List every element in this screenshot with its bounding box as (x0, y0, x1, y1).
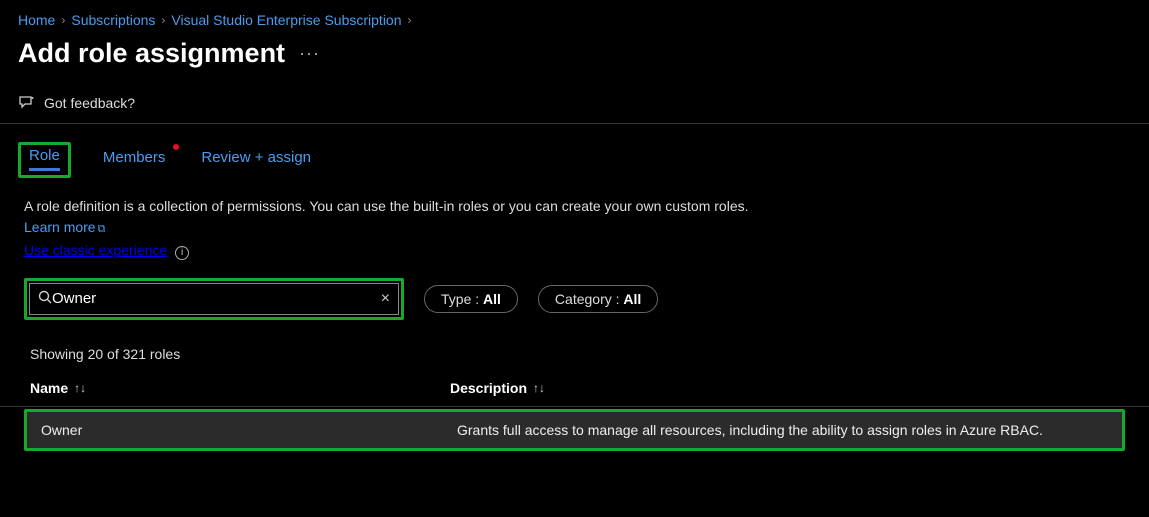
chevron-right-icon: › (161, 13, 165, 27)
type-filter-label: Type : (441, 291, 483, 307)
tab-role[interactable]: Role (18, 142, 71, 178)
sort-icon: ↑↓ (74, 381, 86, 395)
tab-members-label: Members (103, 149, 166, 166)
tab-review-label: Review + assign (201, 149, 311, 166)
category-filter[interactable]: Category : All (538, 285, 658, 313)
chevron-right-icon: › (408, 13, 412, 27)
validation-dot-icon (173, 144, 179, 150)
page-header: Add role assignment ··· (0, 34, 1149, 85)
breadcrumb-subscription-name[interactable]: Visual Studio Enterprise Subscription (171, 12, 401, 28)
page-title: Add role assignment (18, 38, 285, 69)
table-header: Name ↑↓ Description ↑↓ (0, 372, 1149, 407)
breadcrumb: Home › Subscriptions › Visual Studio Ent… (0, 0, 1149, 34)
results-count: Showing 20 of 321 roles (0, 334, 1149, 372)
breadcrumb-subscriptions[interactable]: Subscriptions (71, 12, 155, 28)
column-header-description[interactable]: Description ↑↓ (450, 380, 1119, 396)
feedback-link[interactable]: Got feedback? (0, 85, 1149, 124)
breadcrumb-home[interactable]: Home (18, 12, 55, 28)
tab-members[interactable]: Members (99, 146, 170, 174)
tabs: Role Members Review + assign (0, 124, 1149, 182)
role-name-cell: Owner (37, 422, 457, 438)
tab-role-label: Role (29, 147, 60, 164)
sort-icon: ↑↓ (533, 381, 545, 395)
external-link-icon: ⧉ (98, 223, 106, 235)
feedback-label: Got feedback? (44, 95, 135, 111)
role-description-text: A role definition is a collection of per… (24, 198, 749, 214)
role-description: A role definition is a collection of per… (0, 182, 780, 238)
role-search-input[interactable]: × (29, 283, 399, 315)
category-filter-label: Category : (555, 291, 623, 307)
column-header-name[interactable]: Name ↑↓ (30, 380, 450, 396)
learn-more-link[interactable]: Learn more⧉ (24, 219, 105, 235)
info-icon[interactable]: i (175, 246, 189, 260)
role-description-cell: Grants full access to manage all resourc… (457, 422, 1112, 438)
filter-bar: × Type : All Category : All (0, 274, 1149, 334)
more-actions-button[interactable]: ··· (299, 43, 320, 64)
clear-icon[interactable]: × (381, 290, 390, 308)
tab-review-assign[interactable]: Review + assign (197, 146, 315, 174)
role-search-field[interactable] (52, 290, 381, 307)
chevron-right-icon: › (61, 13, 65, 27)
type-filter[interactable]: Type : All (424, 285, 518, 313)
use-classic-link[interactable]: Use classic experience (24, 242, 167, 258)
table-row[interactable]: Owner Grants full access to manage all r… (24, 409, 1125, 451)
feedback-icon (18, 95, 36, 111)
search-icon (38, 290, 52, 307)
type-filter-value: All (483, 291, 501, 307)
category-filter-value: All (623, 291, 641, 307)
